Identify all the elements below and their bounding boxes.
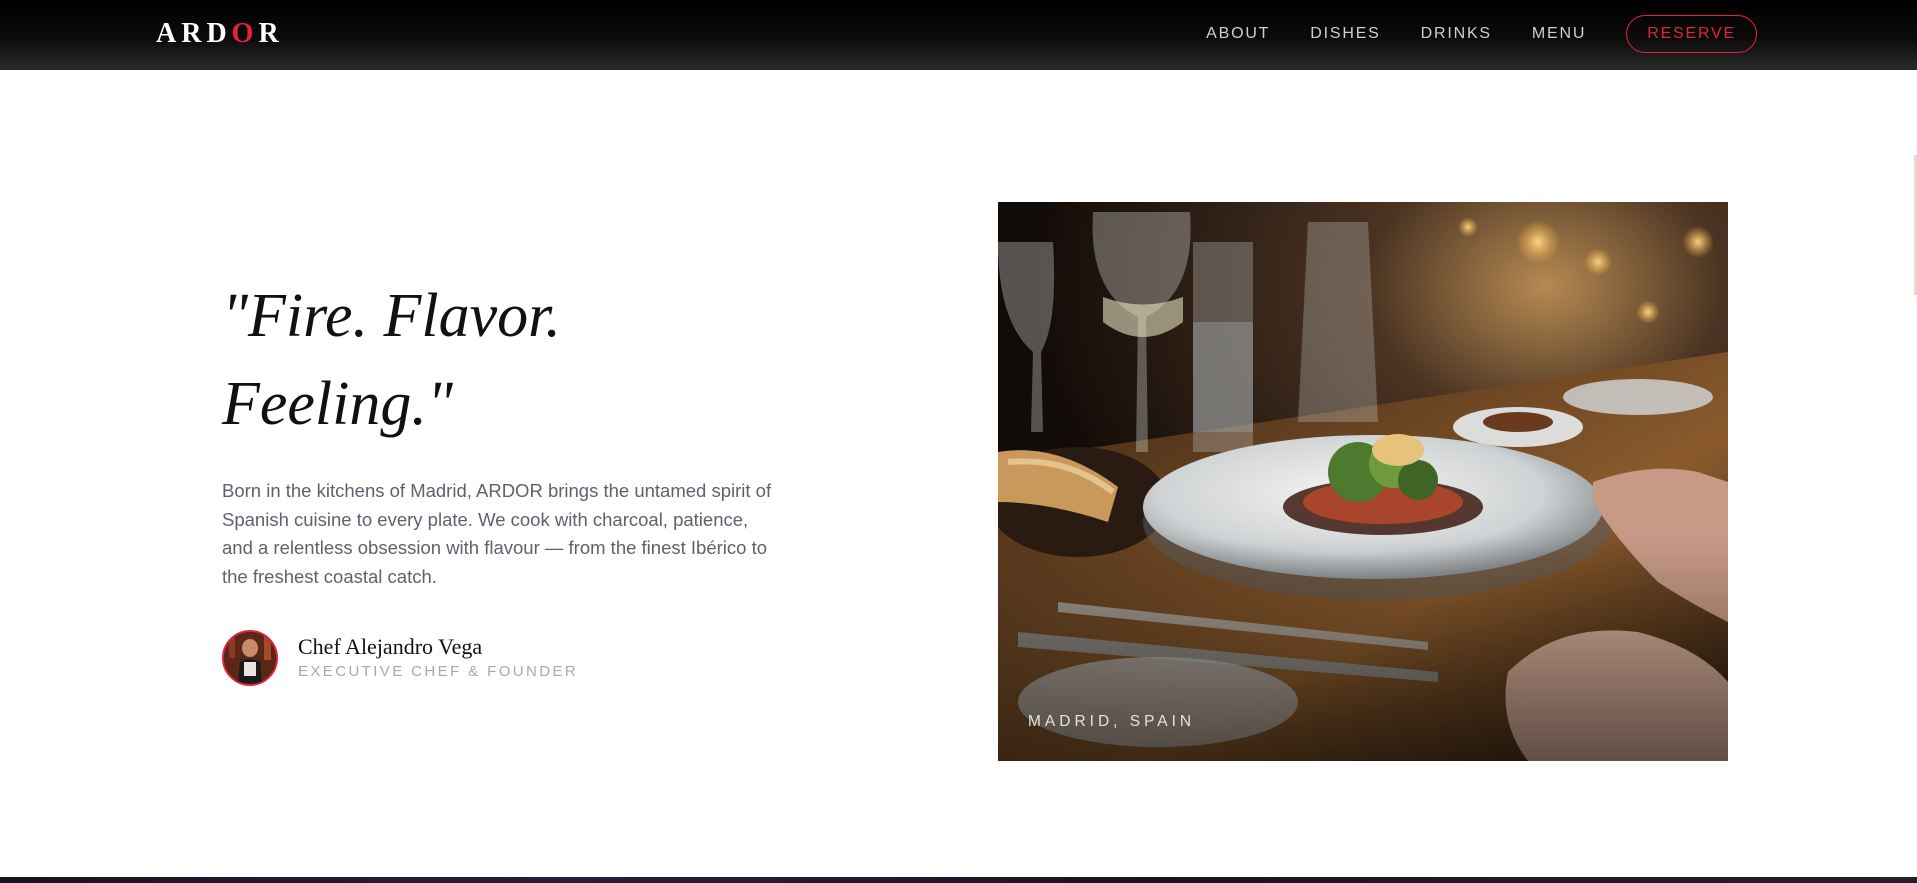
page-edge-bar [1913,70,1917,883]
photo-caption: MADRID, SPAIN [1028,713,1196,730]
logo[interactable]: ARDOR [156,18,284,50]
nav-link-about[interactable]: ABOUT [1206,14,1270,54]
nav-link-menu[interactable]: MENU [1532,14,1586,54]
restaurant-photo: MADRID, SPAIN [998,202,1728,761]
logo-text-start: ARD [156,18,232,49]
hero-quote: "Fire. Flavor. Feeling." [222,272,742,448]
dinner-table-image [998,202,1728,761]
chef-name: Chef Alejandro Vega [298,634,483,659]
hero-description: Born in the kitchens of Madrid, ARDOR br… [222,480,772,587]
logo-text-end: R [258,18,284,49]
reserve-button[interactable]: RESERVE [1626,15,1757,53]
chef-signature: Chef Alejandro Vega EXECUTIVE CHEF & FOU… [222,630,578,686]
hero-quote-line-1: "Fire. Flavor. [222,282,561,350]
logo-text-accent: O [231,18,259,49]
main-nav: ABOUT DISHES DRINKS MENU RESERVE [1166,14,1757,54]
chef-role: EXECUTIVE CHEF & FOUNDER [298,663,579,680]
chef-avatar [222,630,278,686]
nav-link-dishes[interactable]: DISHES [1310,14,1380,54]
next-section-edge [0,877,1917,883]
site-header: ARDOR ABOUT DISHES DRINKS MENU RESERVE [0,0,1917,70]
hero-quote-line-2: Feeling." [222,370,453,438]
chef-portrait-icon [224,632,275,683]
nav-link-drinks[interactable]: DRINKS [1421,14,1492,54]
chef-info: Chef Alejandro Vega EXECUTIVE CHEF & FOU… [298,634,578,682]
